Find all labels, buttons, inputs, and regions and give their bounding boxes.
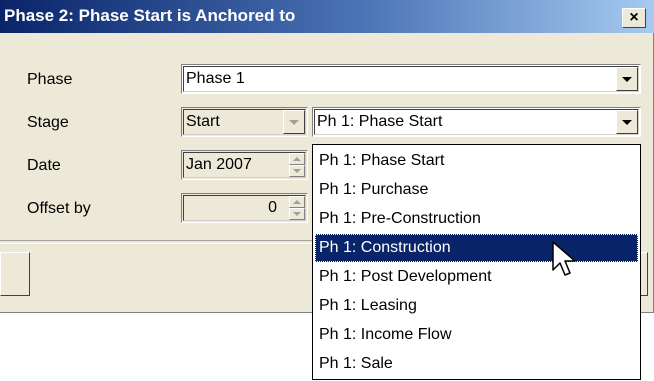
dropdown-option[interactable]: Ph 1: Phase Start — [315, 147, 638, 175]
anchor-dropdown-list: Ph 1: Phase Start Ph 1: Purchase Ph 1: Pre… — [312, 144, 641, 380]
phase-dropdown-value: Phase 1 — [186, 70, 245, 87]
anchor-dropdown[interactable]: Ph 1: Phase Start — [312, 107, 641, 137]
dropdown-option[interactable]: Ph 1: Leasing — [315, 292, 638, 320]
dropdown-option[interactable]: Ph 1: Sale — [315, 350, 638, 378]
dropdown-option-label: Ph 1: Pre-Construction — [319, 210, 481, 227]
stage-dropdown: Start — [181, 107, 308, 137]
offset-spin-down-button — [289, 208, 305, 220]
stage-dropdown-button — [283, 110, 305, 134]
partially-hidden-button-left[interactable] — [0, 252, 30, 296]
dropdown-option-label: Ph 1: Income Flow — [319, 326, 452, 343]
stage-label: Stage — [27, 114, 69, 131]
dropdown-option-label: Ph 1: Post Development — [319, 268, 492, 285]
title-bar[interactable]: Phase 2: Phase Start is Anchored to × — [0, 0, 654, 33]
dropdown-option-label: Ph 1: Leasing — [319, 297, 417, 314]
chevron-down-icon — [289, 120, 299, 125]
date-label: Date — [27, 157, 61, 174]
dropdown-option[interactable]: Ph 1: Construction — [315, 234, 638, 262]
offset-label: Offset by — [27, 200, 91, 217]
dropdown-option[interactable]: Ph 1: Pre-Construction — [315, 205, 638, 233]
close-button[interactable]: × — [622, 8, 646, 28]
dropdown-option-label: Ph 1: Sale — [319, 355, 393, 372]
chevron-down-icon — [622, 120, 632, 125]
arrow-down-icon — [293, 169, 301, 173]
dropdown-option[interactable]: Ph 1: Purchase — [315, 176, 638, 204]
stage-dropdown-value: Start — [186, 113, 220, 130]
arrow-down-icon — [293, 212, 301, 216]
date-spin-up-button — [289, 153, 305, 165]
anchor-dropdown-button[interactable] — [616, 110, 638, 134]
anchor-dropdown-value: Ph 1: Phase Start — [317, 113, 443, 130]
arrow-up-icon — [293, 200, 301, 204]
dropdown-option[interactable]: Ph 1: Income Flow — [315, 321, 638, 349]
close-icon: × — [629, 9, 639, 26]
offset-spin-up-button — [289, 196, 305, 208]
dropdown-option-label: Ph 1: Construction — [319, 239, 451, 256]
offset-spinner: 0 — [181, 193, 308, 223]
mouse-cursor-icon — [552, 241, 576, 276]
dropdown-option-label: Ph 1: Phase Start — [319, 152, 445, 169]
phase-dropdown[interactable]: Phase 1 — [181, 64, 641, 94]
offset-spinner-value: 0 — [268, 199, 277, 216]
dialog-title: Phase 2: Phase Start is Anchored to — [4, 6, 296, 25]
divider — [0, 240, 320, 244]
date-spin-buttons — [289, 153, 305, 177]
offset-spin-buttons — [289, 196, 305, 220]
chevron-down-icon — [622, 77, 632, 82]
dropdown-option[interactable]: Ph 1: Post Development — [315, 263, 638, 291]
arrow-up-icon — [293, 157, 301, 161]
dropdown-option-label: Ph 1: Purchase — [319, 181, 429, 198]
phase-label: Phase — [27, 71, 73, 88]
date-spinner-value: Jan 2007 — [186, 156, 252, 173]
date-spinner: Jan 2007 — [181, 150, 308, 180]
phase-dropdown-button[interactable] — [616, 67, 638, 91]
date-spin-down-button — [289, 165, 305, 177]
